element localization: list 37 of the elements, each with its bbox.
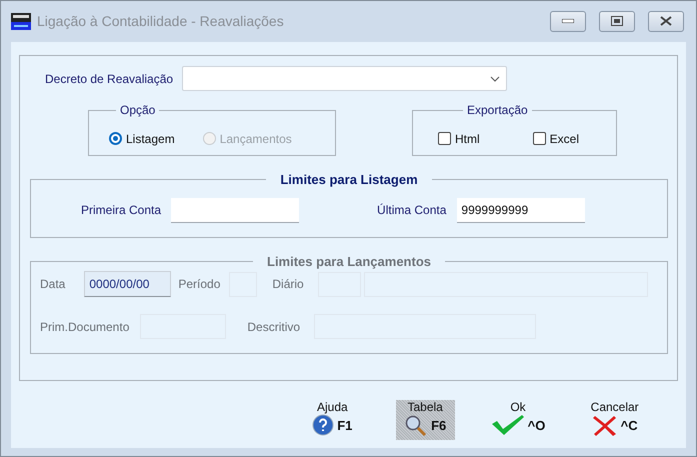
window-title: Ligação à Contabilidade - Reavaliações bbox=[37, 13, 285, 29]
field-label: Diário bbox=[272, 277, 304, 291]
checkbox[interactable] bbox=[532, 132, 546, 145]
field-label: Última Conta bbox=[377, 203, 446, 217]
maximize-icon bbox=[611, 16, 623, 26]
checkmark-icon bbox=[490, 414, 525, 436]
close-button[interactable] bbox=[648, 10, 684, 32]
magnifier-icon bbox=[404, 414, 428, 436]
maximize-button[interactable] bbox=[599, 10, 635, 32]
checkbox-option[interactable]: Html bbox=[438, 122, 480, 155]
chevron-down-icon bbox=[490, 76, 500, 82]
group-title: Exportação bbox=[466, 103, 529, 117]
help-icon bbox=[312, 414, 334, 436]
checkbox[interactable] bbox=[438, 132, 451, 145]
radio-button[interactable] bbox=[109, 132, 122, 145]
toolbar-button[interactable]: Ajuda F1 bbox=[299, 400, 366, 440]
close-icon bbox=[660, 16, 672, 26]
field-label: Primeira Conta bbox=[81, 203, 162, 217]
toolbar-button[interactable]: Ok ^O bbox=[484, 400, 552, 440]
group-title: Opção bbox=[119, 103, 156, 117]
field-label: Data bbox=[40, 277, 66, 291]
field-label: Decreto de Reavaliação bbox=[45, 72, 174, 86]
group-title: Limites para Listagem bbox=[279, 172, 419, 187]
checkbox-option[interactable]: Excel bbox=[532, 122, 580, 155]
toolbar-button[interactable]: Cancelar ^C bbox=[581, 400, 648, 440]
group-title: Limites para Lançamentos bbox=[266, 254, 432, 269]
cross-icon bbox=[592, 414, 618, 436]
field-label: Prim.Documento bbox=[40, 320, 130, 334]
minimize-icon bbox=[562, 19, 574, 23]
input-field[interactable]: 9999999999 bbox=[457, 198, 586, 222]
minimize-button[interactable] bbox=[550, 10, 586, 32]
app-logo-icon bbox=[11, 12, 31, 30]
input-field[interactable] bbox=[171, 198, 300, 222]
decree-dropdown[interactable] bbox=[182, 66, 508, 91]
field-label: Descritivo bbox=[247, 320, 300, 334]
field-label: Período bbox=[178, 277, 220, 291]
radio-option[interactable]: Listagem bbox=[109, 122, 175, 155]
